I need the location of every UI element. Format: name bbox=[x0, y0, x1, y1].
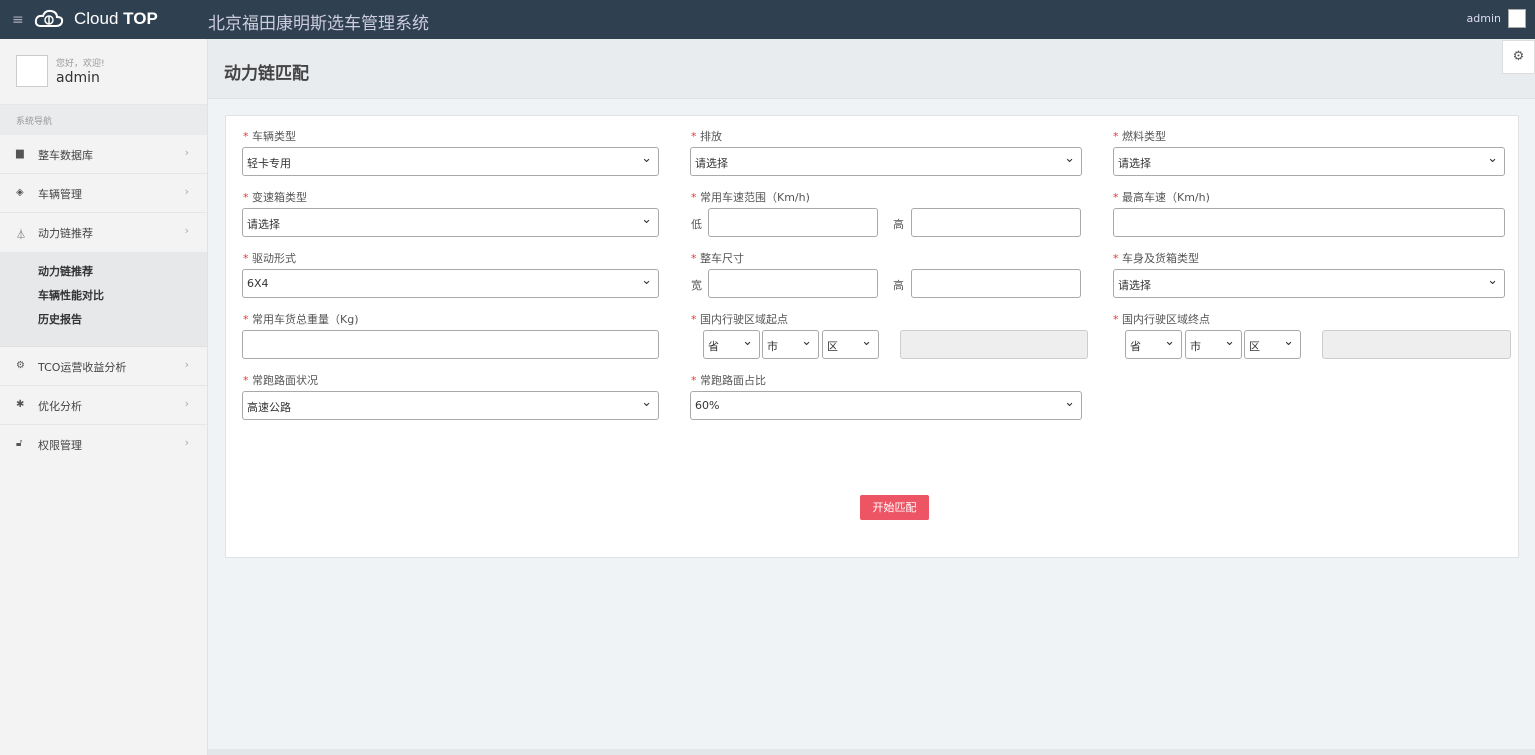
sidebar: 您好，欢迎! admin 系统导航 ▆ 整车数据库 › ◈ 车辆管理 › ⏃ 动… bbox=[0, 39, 208, 755]
destination-district-select[interactable]: 区 bbox=[1244, 330, 1301, 359]
speed-high-prefix: 高 bbox=[893, 218, 904, 231]
submenu-item-history-report[interactable]: 历史报告 bbox=[0, 312, 207, 336]
road-condition-label: * 常跑路面状况 bbox=[243, 374, 318, 387]
brand-name: Cloud TOP bbox=[74, 9, 158, 28]
settings-gear-icon[interactable]: ⚙ bbox=[1502, 40, 1535, 74]
greeting-text: 您好，欢迎! bbox=[56, 59, 105, 69]
submenu-item-powertrain-recommend[interactable]: 动力链推荐 bbox=[0, 264, 207, 288]
fuel-type-label: * 燃料类型 bbox=[1113, 130, 1166, 143]
hamburger-menu-icon[interactable]: ≡ bbox=[12, 12, 24, 28]
footer-bar bbox=[208, 749, 1535, 755]
flask-icon: ⏃ bbox=[16, 230, 26, 241]
size-height-input[interactable] bbox=[911, 269, 1081, 298]
origin-label: * 国内行驶区域起点 bbox=[691, 313, 788, 326]
speed-high-input[interactable] bbox=[911, 208, 1081, 237]
gear-icon: ✱ bbox=[16, 399, 25, 410]
cube-icon: ◈ bbox=[16, 187, 24, 198]
sidebar-item-label: 优化分析 bbox=[38, 400, 82, 413]
drive-form-label: * 驱动形式 bbox=[243, 252, 296, 265]
chevron-right-icon: › bbox=[184, 397, 189, 410]
gross-weight-input[interactable] bbox=[242, 330, 659, 359]
emission-label: * 排放 bbox=[691, 130, 722, 143]
gearbox-type-select[interactable]: 请选择 bbox=[242, 208, 659, 237]
submenu-powertrain: 动力链推荐 车辆性能对比 历史报告 bbox=[0, 252, 207, 347]
size-width-input[interactable] bbox=[708, 269, 878, 298]
origin-district-select[interactable]: 区 bbox=[822, 330, 879, 359]
cogs-icon: ⚙ bbox=[16, 360, 25, 371]
origin-province-select[interactable]: 省 bbox=[703, 330, 760, 359]
destination-city-select[interactable]: 市 bbox=[1185, 330, 1242, 359]
chevron-right-icon: › bbox=[184, 358, 189, 371]
chevron-right-icon: › bbox=[184, 185, 189, 198]
destination-label: * 国内行驶区域终点 bbox=[1113, 313, 1210, 326]
sidebar-item-vehicle-management[interactable]: ◈ 车辆管理 › bbox=[0, 174, 207, 213]
vehicle-type-label: * 车辆类型 bbox=[243, 130, 296, 143]
submenu-item-performance-compare[interactable]: 车辆性能对比 bbox=[0, 288, 207, 312]
destination-province-select[interactable]: 省 bbox=[1125, 330, 1182, 359]
start-match-button[interactable]: 开始匹配 bbox=[860, 495, 929, 520]
avatar[interactable] bbox=[16, 55, 48, 87]
sidebar-item-optimization[interactable]: ✱ 优化分析 › bbox=[0, 386, 207, 425]
header-username[interactable]: admin bbox=[1467, 12, 1501, 25]
gearbox-type-label: * 变速箱类型 bbox=[243, 191, 307, 204]
origin-address-input[interactable] bbox=[900, 330, 1088, 359]
sidebar-item-label: 动力链推荐 bbox=[38, 227, 93, 240]
sidebar-item-powertrain-recommend[interactable]: ⏃ 动力链推荐 › bbox=[0, 213, 207, 252]
sidebar-item-vehicle-database[interactable]: ▆ 整车数据库 › bbox=[0, 135, 207, 174]
vehicle-size-label: * 整车尺寸 bbox=[691, 252, 744, 265]
chevron-right-icon: › bbox=[184, 436, 189, 449]
drive-form-select[interactable]: 6X4 bbox=[242, 269, 659, 298]
page-title: 动力链匹配 bbox=[224, 64, 309, 84]
profile-username[interactable]: admin bbox=[56, 70, 100, 86]
chevron-right-icon: › bbox=[184, 224, 189, 237]
user-profile: 您好，欢迎! admin bbox=[0, 39, 207, 105]
size-width-prefix: 宽 bbox=[691, 279, 702, 292]
size-height-prefix: 高 bbox=[893, 279, 904, 292]
cloud-logo-icon bbox=[34, 9, 64, 27]
sidebar-item-label: 权限管理 bbox=[38, 439, 82, 452]
system-title: 北京福田康明斯选车管理系统 bbox=[208, 14, 429, 34]
speed-range-label: * 常用车速范围（Km/h) bbox=[691, 191, 810, 204]
road-ratio-label: * 常跑路面占比 bbox=[691, 374, 766, 387]
sidebar-item-label: TCO运营收益分析 bbox=[38, 361, 127, 374]
destination-address-input[interactable] bbox=[1322, 330, 1511, 359]
unlock-icon: 🔓︎ bbox=[16, 438, 23, 449]
sidebar-item-tco-analysis[interactable]: ⚙ TCO运营收益分析 › bbox=[0, 347, 207, 386]
nav-header: 系统导航 bbox=[0, 105, 207, 135]
main-content: 动力链匹配 ⚙ * 车辆类型 轻卡专用 * 排放 请选择 * 燃料类型 请选择 … bbox=[208, 39, 1535, 755]
origin-city-select[interactable]: 市 bbox=[762, 330, 819, 359]
vehicle-type-select[interactable]: 轻卡专用 bbox=[242, 147, 659, 176]
body-type-label: * 车身及货箱类型 bbox=[1113, 252, 1199, 265]
sidebar-item-label: 车辆管理 bbox=[38, 188, 82, 201]
sidebar-item-permissions[interactable]: 🔓︎ 权限管理 › bbox=[0, 425, 207, 464]
chevron-right-icon: › bbox=[184, 146, 189, 159]
sidebar-item-label: 整车数据库 bbox=[38, 149, 93, 162]
header-avatar[interactable] bbox=[1508, 9, 1526, 28]
max-speed-label: * 最高车速（Km/h) bbox=[1113, 191, 1210, 204]
match-form-panel: * 车辆类型 轻卡专用 * 排放 请选择 * 燃料类型 请选择 * 变速箱类型 … bbox=[225, 115, 1519, 558]
speed-low-input[interactable] bbox=[708, 208, 878, 237]
road-ratio-select[interactable]: 60% bbox=[690, 391, 1082, 420]
top-navbar: ≡ Cloud TOP 北京福田康明斯选车管理系统 admin bbox=[0, 0, 1535, 39]
gross-weight-label: * 常用车货总重量（Kg) bbox=[243, 313, 359, 326]
speed-low-prefix: 低 bbox=[691, 218, 702, 231]
body-type-select[interactable]: 请选择 bbox=[1113, 269, 1505, 298]
emission-select[interactable]: 请选择 bbox=[690, 147, 1082, 176]
max-speed-input[interactable] bbox=[1113, 208, 1505, 237]
road-condition-select[interactable]: 高速公路 bbox=[242, 391, 659, 420]
database-icon: ▆ bbox=[16, 148, 24, 159]
page-header: 动力链匹配 ⚙ bbox=[208, 39, 1535, 99]
fuel-type-select[interactable]: 请选择 bbox=[1113, 147, 1505, 176]
